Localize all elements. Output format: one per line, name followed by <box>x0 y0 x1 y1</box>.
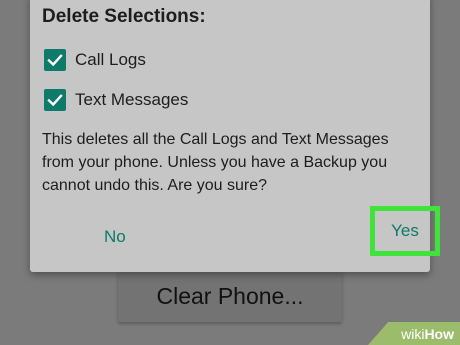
option-label: Call Logs <box>75 50 146 69</box>
option-call-logs[interactable]: Call Logs <box>44 49 146 71</box>
option-text-messages[interactable]: Text Messages <box>44 89 188 111</box>
no-button[interactable]: No <box>104 227 126 247</box>
yes-button[interactable]: Yes <box>370 206 440 256</box>
dialog-message: This deletes all the Call Logs and Text … <box>42 131 389 194</box>
clear-phone-button[interactable]: Clear Phone... <box>118 270 342 322</box>
checkbox-checked-icon[interactable] <box>44 89 66 111</box>
checkbox-checked-icon[interactable] <box>44 49 66 71</box>
dialog-title: Delete Selections: <box>42 6 206 27</box>
watermark-part2: How <box>424 325 454 342</box>
watermark-part1: wiki <box>401 325 425 342</box>
delete-selections-dialog: Delete Selections: Call Logs Text Messag… <box>30 0 440 272</box>
option-label: Text Messages <box>75 90 189 109</box>
